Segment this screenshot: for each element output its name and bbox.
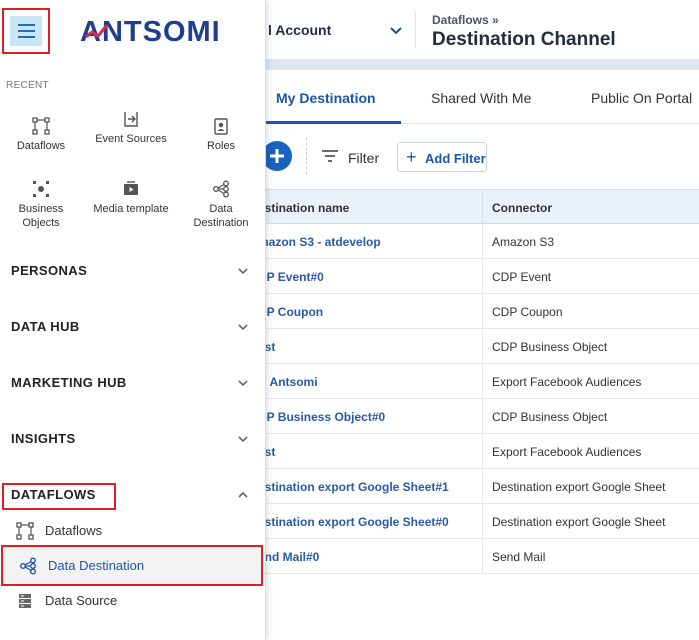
database-icon (19, 594, 31, 608)
toolbar-divider (306, 138, 307, 174)
recent-item-data-destination[interactable]: Data Destination (181, 178, 261, 230)
tab-my-destination[interactable]: My Destination (266, 70, 401, 124)
tab-shared-with-me[interactable]: Shared With Me (431, 70, 531, 124)
connector-cell: Amazon S3 (492, 235, 555, 249)
destination-name-link[interactable]: DP Business Object#0 (258, 410, 385, 424)
column-header-destination-name[interactable]: estination name (258, 201, 349, 215)
recent-item-media-template[interactable]: Media template (91, 178, 171, 230)
sidebar-menu: ANTSOMI RECENT Dataflows Event Sources R… (0, 0, 266, 640)
plus-icon: + (406, 147, 417, 167)
section-personas[interactable]: PERSONAS (0, 253, 266, 289)
recent-item-label: Dataflows (16, 140, 66, 152)
sidebar-item-label: Data Destination (48, 558, 145, 573)
recent-item-label: Business Objects (18, 203, 64, 229)
section-label: PERSONAS (11, 263, 88, 278)
recent-item-business-objects[interactable]: Business Objects (1, 178, 81, 230)
chevron-down-icon (238, 436, 248, 443)
connector-cell: Export Facebook Audiences (492, 375, 642, 389)
recent-item-label: Data Destination (193, 203, 249, 229)
section-label: INSIGHTS (11, 431, 76, 446)
sidebar-item-data-destination[interactable]: Data Destination (1, 545, 263, 586)
destination-name-link[interactable]: DP Event#0 (258, 270, 324, 284)
column-divider (482, 504, 483, 539)
menu-toggle-button[interactable] (2, 8, 50, 54)
dataflow-icon (32, 117, 50, 135)
column-divider (482, 224, 483, 259)
connector-cell: Destination export Google Sheet (492, 480, 666, 494)
add-filter-button[interactable]: + Add Filter (397, 142, 487, 172)
recent-item-label: Roles (206, 140, 236, 152)
connector-cell: CDP Business Object (492, 340, 608, 354)
column-divider (482, 329, 483, 364)
add-destination-button[interactable] (262, 141, 292, 171)
add-filter-label: Add Filter (425, 151, 486, 166)
chevron-down-icon (238, 324, 248, 331)
badge-icon (214, 118, 228, 135)
sidebar-item-label: Data Source (45, 593, 118, 608)
share-icon (213, 180, 229, 198)
share-icon (20, 557, 36, 575)
page-title: Destination Channel (432, 29, 616, 50)
connector-cell: Export Facebook Audiences (492, 445, 642, 459)
dataflow-icon (16, 522, 34, 540)
destination-name-link[interactable]: mazon S3 - atdevelop (258, 235, 381, 249)
tab-public-on-portal[interactable]: Public On Portal (591, 70, 692, 124)
sidebar-item-dataflows[interactable]: Dataflows (0, 513, 262, 549)
column-divider (482, 190, 483, 225)
recent-item-dataflows[interactable]: Dataflows (1, 115, 81, 159)
column-header-connector[interactable]: Connector (492, 201, 552, 215)
divider (415, 12, 416, 48)
destination-name-link[interactable]: estination export Google Sheet#1 (258, 480, 449, 494)
chevron-down-icon[interactable] (388, 22, 404, 38)
column-divider (482, 539, 483, 574)
business-objects-icon (33, 181, 49, 197)
section-data-hub[interactable]: DATA HUB (0, 309, 266, 345)
chevron-down-icon (238, 268, 248, 275)
breadcrumb[interactable]: Dataflows » (432, 13, 499, 27)
section-label: DATA HUB (11, 319, 80, 334)
event-source-icon (124, 112, 138, 127)
dataflows-section-highlight (2, 483, 116, 510)
account-selector-label[interactable]: l Account (268, 22, 331, 38)
connector-cell: CDP Business Object (492, 410, 608, 424)
sidebar-item-label: Dataflows (45, 523, 103, 538)
column-divider (482, 399, 483, 434)
connector-cell: CDP Coupon (492, 305, 563, 319)
section-marketing-hub[interactable]: MARKETING HUB (0, 365, 266, 401)
column-divider (482, 469, 483, 504)
filter-label[interactable]: Filter (348, 150, 379, 166)
destination-name-link[interactable]: B Antsomi (258, 375, 318, 389)
recent-label: RECENT (6, 80, 49, 91)
filter-icon[interactable] (321, 148, 339, 164)
antsomi-logo[interactable]: ANTSOMI (80, 16, 230, 46)
column-divider (482, 294, 483, 329)
recent-item-roles[interactable]: Roles (181, 115, 261, 159)
connector-cell: Destination export Google Sheet (492, 515, 666, 529)
destination-name-link[interactable]: estination export Google Sheet#0 (258, 515, 449, 529)
recent-item-label: Media template (93, 203, 169, 215)
hamburger-icon (10, 16, 42, 46)
chevron-down-icon (238, 380, 248, 387)
destination-name-link[interactable]: DP Coupon (258, 305, 323, 319)
column-divider (482, 434, 483, 469)
recent-item-label: Event Sources (95, 133, 167, 145)
recent-item-event-sources[interactable]: Event Sources (91, 108, 171, 160)
column-divider (482, 364, 483, 399)
media-icon (124, 181, 138, 195)
connector-cell: CDP Event (492, 270, 552, 284)
column-divider (482, 259, 483, 294)
section-label: MARKETING HUB (11, 375, 127, 390)
plus-icon (270, 149, 284, 163)
chevron-up-icon (238, 491, 248, 498)
section-insights[interactable]: INSIGHTS (0, 421, 266, 457)
sidebar-item-data-source[interactable]: Data Source (0, 583, 262, 619)
destination-name-link[interactable]: end Mail#0 (258, 550, 319, 564)
connector-cell: Send Mail (492, 550, 546, 564)
